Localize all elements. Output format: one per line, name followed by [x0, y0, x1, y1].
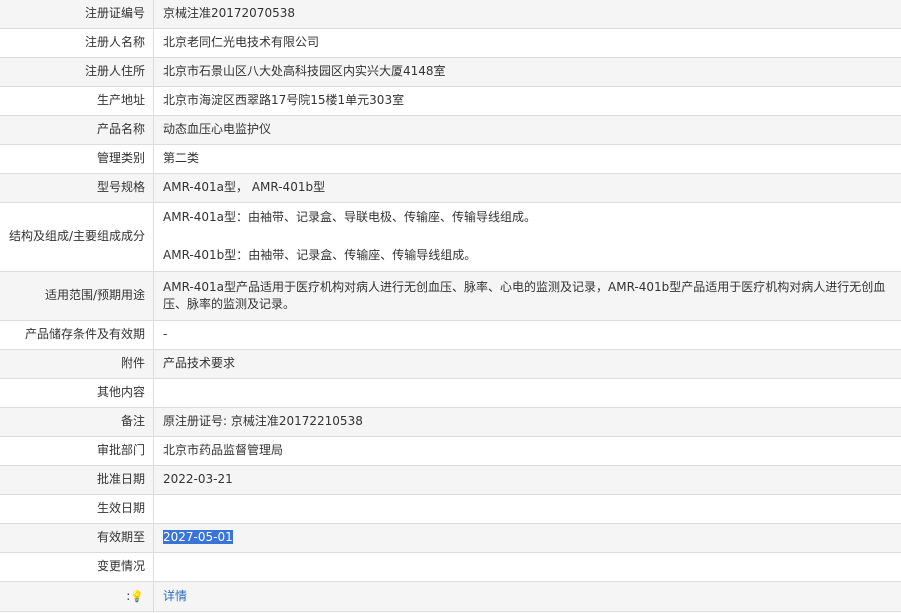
row-label: 备注: [0, 407, 154, 437]
lightbulb-icon: 💡: [130, 589, 144, 603]
table-row: 💡: 详情: [0, 581, 901, 612]
table-row: 注册证编号 京械注准20172070538: [0, 0, 901, 29]
row-value: 详情: [153, 581, 901, 612]
row-value: [153, 552, 901, 582]
row-value: 2022-03-21: [153, 465, 901, 495]
row-value: AMR-401a型产品适用于医疗机构对病人进行无创血压、脉率、心电的监测及记录，…: [153, 271, 901, 321]
table-row: 审批部门 北京市药品监督管理局: [0, 436, 901, 466]
row-value: 北京市石景山区八大处高科技园区内实兴大厦4148室: [153, 57, 901, 87]
row-label: 审批部门: [0, 436, 154, 466]
row-value: 第二类: [153, 144, 901, 174]
row-label: 批准日期: [0, 465, 154, 495]
row-label: 注册人住所: [0, 57, 154, 87]
row-label: 注册人名称: [0, 28, 154, 58]
table-row: 注册人住所 北京市石景山区八大处高科技园区内实兴大厦4148室: [0, 57, 901, 87]
row-value: 北京市药品监督管理局: [153, 436, 901, 466]
table-row: 批准日期 2022-03-21: [0, 465, 901, 495]
component-line-b: AMR-401b型：由袖带、记录盒、传输座、传输导线组成。: [163, 248, 477, 262]
row-label: 注册证编号: [0, 0, 154, 29]
row-label: 产品名称: [0, 115, 154, 145]
row-label: 型号规格: [0, 173, 154, 203]
row-value: 北京老同仁光电技术有限公司: [153, 28, 901, 58]
table-row: 型号规格 AMR-401a型， AMR-401b型: [0, 173, 901, 203]
row-value: -: [153, 320, 901, 350]
row-value: 2027-05-01: [153, 523, 901, 553]
row-label: 适用范围/预期用途: [0, 271, 154, 321]
component-line-a: AMR-401a型：由袖带、记录盒、导联电极、传输座、传输导线组成。: [163, 210, 537, 224]
row-label: 生产地址: [0, 86, 154, 116]
details-link[interactable]: 详情: [163, 589, 187, 603]
table-row: 有效期至 2027-05-01: [0, 523, 901, 553]
row-value: 动态血压心电监护仪: [153, 115, 901, 145]
row-label: 结构及组成/主要组成成分: [0, 202, 154, 272]
table-row: 生效日期: [0, 494, 901, 524]
table-row: 其他内容: [0, 378, 901, 408]
row-label: 有效期至: [0, 523, 154, 553]
table-row: 注册人名称 北京老同仁光电技术有限公司: [0, 28, 901, 58]
selected-expiry-date[interactable]: 2027-05-01: [163, 530, 233, 544]
table-row: 附件 产品技术要求: [0, 349, 901, 379]
row-label: 附件: [0, 349, 154, 379]
table-row: 适用范围/预期用途 AMR-401a型产品适用于医疗机构对病人进行无创血压、脉率…: [0, 271, 901, 321]
row-value: 原注册证号: 京械注准20172210538: [153, 407, 901, 437]
row-value: [153, 378, 901, 408]
row-value: [153, 494, 901, 524]
table-row: 管理类别 第二类: [0, 144, 901, 174]
row-value: AMR-401a型， AMR-401b型: [153, 173, 901, 203]
table-row: 产品储存条件及有效期 -: [0, 320, 901, 350]
table-row: 备注 原注册证号: 京械注准20172210538: [0, 407, 901, 437]
table-row: 变更情况: [0, 552, 901, 582]
row-label: 💡:: [0, 581, 154, 612]
registration-table: 注册证编号 京械注准20172070538 注册人名称 北京老同仁光电技术有限公…: [0, 0, 901, 612]
row-label: 产品储存条件及有效期: [0, 320, 154, 350]
row-label: 管理类别: [0, 144, 154, 174]
row-label: 变更情况: [0, 552, 154, 582]
table-row: 生产地址 北京市海淀区西翠路17号院15楼1单元303室: [0, 86, 901, 116]
row-value: AMR-401a型：由袖带、记录盒、导联电极、传输座、传输导线组成。 AMR-4…: [153, 202, 901, 272]
row-label: 其他内容: [0, 378, 154, 408]
row-value: 京械注准20172070538: [153, 0, 901, 29]
table-row: 产品名称 动态血压心电监护仪: [0, 115, 901, 145]
row-value: 产品技术要求: [153, 349, 901, 379]
row-value: 北京市海淀区西翠路17号院15楼1单元303室: [153, 86, 901, 116]
row-label: 生效日期: [0, 494, 154, 524]
table-row: 结构及组成/主要组成成分 AMR-401a型：由袖带、记录盒、导联电极、传输座、…: [0, 202, 901, 272]
